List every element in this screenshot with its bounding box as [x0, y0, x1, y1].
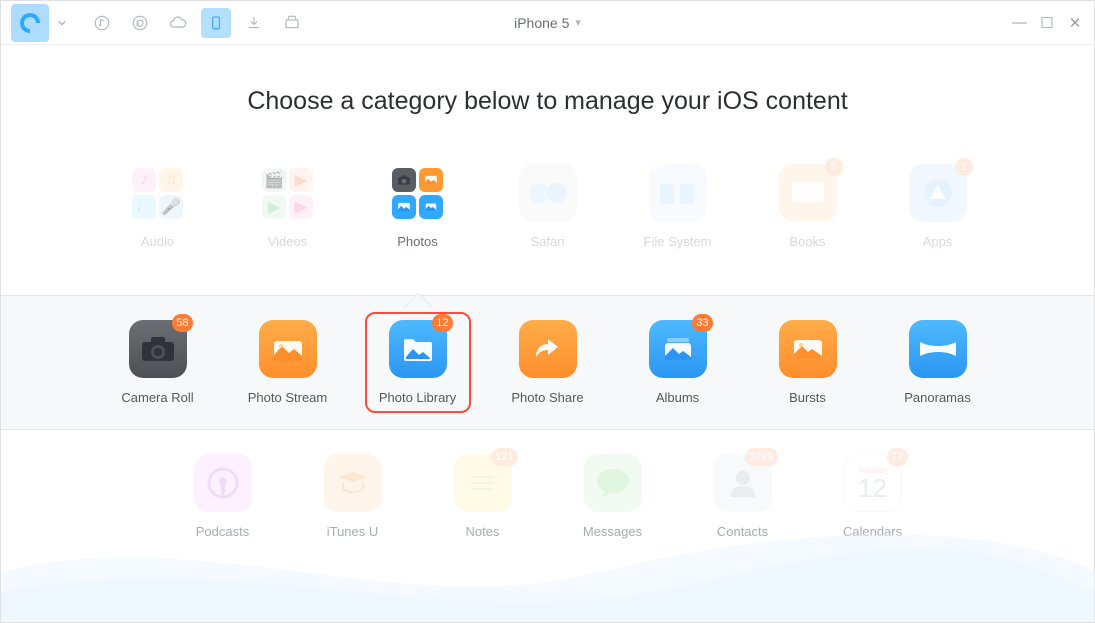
- device-selector[interactable]: iPhone 5 ▾: [514, 15, 581, 31]
- window-controls: — ☐ ✕: [1012, 14, 1082, 32]
- photo-share-icon: [519, 320, 577, 378]
- calendar-num: 12: [858, 475, 887, 501]
- badge: 1: [955, 158, 973, 176]
- books-icon: 5: [779, 164, 837, 222]
- sub-photo-library[interactable]: 12 Photo Library: [387, 320, 449, 405]
- sub-label: Photo Stream: [248, 390, 328, 405]
- category-label: Audio: [141, 234, 174, 249]
- contacts-icon: 2299: [714, 454, 772, 512]
- category-label: Safari: [531, 234, 565, 249]
- window-minimize[interactable]: —: [1012, 14, 1026, 32]
- sub-photo-share[interactable]: Photo Share: [517, 320, 579, 405]
- photo-library-icon: 12: [389, 320, 447, 378]
- page-heading: Choose a category below to manage your i…: [1, 87, 1094, 116]
- category-videos[interactable]: 🎬▶ ▶▶ Videos: [257, 164, 319, 249]
- category-audio[interactable]: ♪♫ ♩🎤 Audio: [127, 164, 189, 249]
- bottom-label: Calendars: [843, 524, 902, 539]
- safari-icon: [519, 164, 577, 222]
- device-name: iPhone 5: [514, 15, 569, 31]
- bottom-label: Messages: [583, 524, 642, 539]
- photos-icon: [389, 164, 447, 222]
- sub-photo-stream[interactable]: Photo Stream: [257, 320, 319, 405]
- panoramas-icon: [909, 320, 967, 378]
- calendars-icon: Tuesday 12 77: [844, 454, 902, 512]
- bottom-label: Podcasts: [196, 524, 249, 539]
- category-itunesu[interactable]: iTunes U: [322, 454, 384, 539]
- toolbar-download-icon[interactable]: [239, 8, 269, 38]
- category-books[interactable]: 5 Books: [777, 164, 839, 249]
- albums-icon: 33: [649, 320, 707, 378]
- sub-bursts[interactable]: Bursts: [777, 320, 839, 405]
- subcategory-panel: 58 Camera Roll Photo Stream 12 Photo Lib…: [1, 295, 1094, 430]
- videos-icon: 🎬▶ ▶▶: [259, 164, 317, 222]
- badge: 5: [825, 158, 843, 176]
- photo-stream-icon: [259, 320, 317, 378]
- category-filesystem[interactable]: File System: [647, 164, 709, 249]
- sub-camera-roll[interactable]: 58 Camera Roll: [127, 320, 189, 405]
- bottom-label: Contacts: [717, 524, 768, 539]
- category-messages[interactable]: Messages: [582, 454, 644, 539]
- category-label: Photos: [397, 234, 437, 249]
- audio-icon: ♪♫ ♩🎤: [129, 164, 187, 222]
- filesystem-icon: [649, 164, 707, 222]
- window-close[interactable]: ✕: [1068, 14, 1082, 32]
- category-apps[interactable]: 1 Apps: [907, 164, 969, 249]
- app-logo[interactable]: [11, 4, 49, 42]
- messages-icon: [584, 454, 642, 512]
- sub-label: Camera Roll: [121, 390, 193, 405]
- toolbar: [87, 8, 307, 38]
- bottom-label: Notes: [466, 524, 500, 539]
- sub-label: Photo Share: [511, 390, 583, 405]
- itunesu-icon: [324, 454, 382, 512]
- category-podcasts[interactable]: Podcasts: [192, 454, 254, 539]
- category-label: File System: [644, 234, 712, 249]
- window-maximize[interactable]: ☐: [1040, 14, 1054, 32]
- podcasts-icon: [194, 454, 252, 512]
- bottom-category-row: Podcasts iTunes U 121 Notes Messages 229…: [1, 454, 1094, 539]
- badge: 12: [432, 314, 452, 332]
- sub-label: Panoramas: [904, 390, 970, 405]
- badge: 121: [491, 448, 517, 466]
- badge: 58: [172, 314, 192, 332]
- sub-albums[interactable]: 33 Albums: [647, 320, 709, 405]
- category-contacts[interactable]: 2299 Contacts: [712, 454, 774, 539]
- badge: 2299: [745, 448, 777, 466]
- category-row: ♪♫ ♩🎤 Audio 🎬▶ ▶▶ Videos Photos Safari F…: [1, 164, 1094, 249]
- toolbar-backup-icon[interactable]: [125, 8, 155, 38]
- category-label: Books: [789, 234, 825, 249]
- toolbar-cloud-icon[interactable]: [163, 8, 193, 38]
- sub-label: Bursts: [789, 390, 826, 405]
- apps-icon: 1: [909, 164, 967, 222]
- badge: 77: [887, 448, 907, 466]
- sub-panoramas[interactable]: Panoramas: [907, 320, 969, 405]
- chevron-down-icon: ▾: [575, 16, 581, 29]
- category-notes[interactable]: 121 Notes: [452, 454, 514, 539]
- category-photos[interactable]: Photos: [387, 164, 449, 249]
- camera-roll-icon: 58: [129, 320, 187, 378]
- toolbar-device-icon[interactable]: [201, 8, 231, 38]
- badge: 33: [692, 314, 712, 332]
- notes-icon: 121: [454, 454, 512, 512]
- toolbar-music-icon[interactable]: [87, 8, 117, 38]
- category-label: Videos: [268, 234, 308, 249]
- category-calendars[interactable]: Tuesday 12 77 Calendars: [842, 454, 904, 539]
- category-label: Apps: [923, 234, 953, 249]
- titlebar: iPhone 5 ▾ — ☐ ✕: [1, 1, 1094, 45]
- sub-label: Albums: [656, 390, 699, 405]
- bursts-icon: [779, 320, 837, 378]
- category-safari[interactable]: Safari: [517, 164, 579, 249]
- toolbar-toolbox-icon[interactable]: [277, 8, 307, 38]
- bottom-label: iTunes U: [327, 524, 379, 539]
- app-dropdown-caret[interactable]: [53, 13, 71, 33]
